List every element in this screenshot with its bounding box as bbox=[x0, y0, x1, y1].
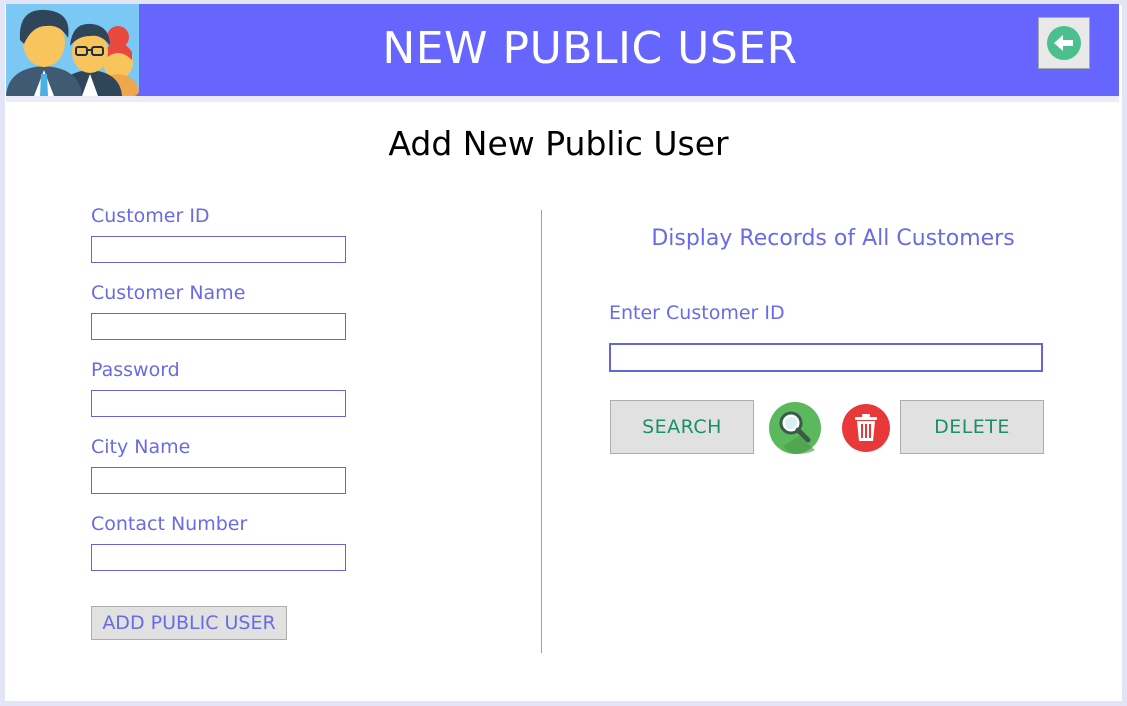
trash-icon[interactable] bbox=[840, 402, 892, 454]
magnifier-icon[interactable] bbox=[769, 402, 821, 454]
records-heading: Display Records of All Customers bbox=[651, 226, 1015, 251]
vertical-divider bbox=[541, 210, 542, 653]
customer-id-label: Customer ID bbox=[91, 205, 210, 227]
header-title: NEW PUBLIC USER bbox=[382, 23, 798, 74]
password-label: Password bbox=[91, 359, 180, 381]
enter-customer-id-label: Enter Customer ID bbox=[609, 302, 785, 324]
group-of-users-icon bbox=[6, 4, 139, 96]
add-public-user-button[interactable]: ADD PUBLIC USER bbox=[91, 606, 287, 640]
delete-button[interactable]: DELETE bbox=[900, 400, 1044, 454]
search-button[interactable]: SEARCH bbox=[610, 400, 754, 454]
customer-id-search-input[interactable] bbox=[609, 343, 1043, 372]
arrow-left-circle-icon bbox=[1047, 26, 1081, 60]
back-button[interactable] bbox=[1038, 17, 1090, 69]
contact-number-field[interactable] bbox=[91, 544, 346, 571]
customer-name-label: Customer Name bbox=[91, 282, 246, 304]
customer-id-field[interactable] bbox=[91, 236, 346, 263]
page-title: Add New Public User bbox=[388, 124, 729, 163]
city-name-label: City Name bbox=[91, 436, 191, 458]
password-field[interactable] bbox=[91, 390, 346, 417]
header-divider bbox=[6, 96, 1119, 102]
contact-number-label: Contact Number bbox=[91, 513, 248, 535]
customer-name-field[interactable] bbox=[91, 313, 346, 340]
city-name-field[interactable] bbox=[91, 467, 346, 494]
